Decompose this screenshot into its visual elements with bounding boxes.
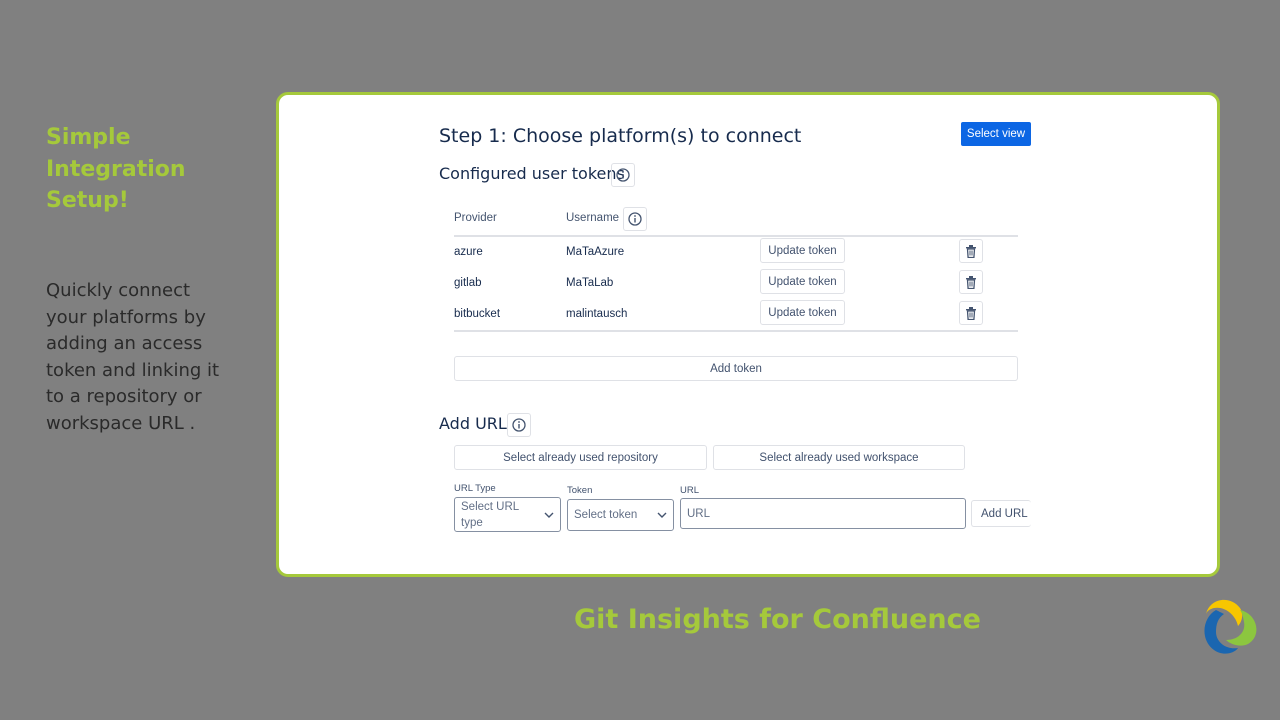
provider-cell: bitbucket [454, 308, 501, 320]
url-type-label: URL Type [454, 483, 496, 494]
token-value: Select token [574, 509, 638, 521]
header-provider: Provider [454, 212, 497, 224]
provider-cell: azure [454, 246, 483, 258]
token-select[interactable]: Select token [567, 499, 674, 531]
product-name: Git Insights for Confluence [574, 604, 981, 635]
logo-icon [1204, 599, 1257, 654]
url-label: URL [680, 485, 700, 496]
add-url-title: Add URL [439, 414, 507, 433]
username-cell: MaTaAzure [566, 246, 625, 258]
token-label: Token [567, 485, 593, 496]
divider [454, 235, 1018, 237]
update-token-button[interactable]: Update token [760, 238, 845, 263]
info-icon[interactable] [623, 207, 647, 231]
update-token-button[interactable]: Update token [760, 269, 845, 294]
username-cell: malintausch [566, 308, 628, 320]
trash-icon[interactable] [959, 301, 983, 325]
chevron-down-icon [544, 509, 554, 521]
url-placeholder: URL [687, 507, 711, 520]
select-view-button[interactable]: Select view [961, 122, 1031, 146]
page-title: Step 1: Choose platform(s) to connect [439, 125, 802, 147]
update-token-button[interactable]: Update token [760, 300, 845, 325]
select-workspace-button[interactable]: Select already used workspace [713, 445, 965, 470]
side-description: Quickly connect your platforms by adding… [46, 280, 220, 434]
trash-icon[interactable] [959, 270, 983, 294]
setup-card: Step 1: Choose platform(s) to connect Se… [276, 92, 1220, 577]
info-icon[interactable] [611, 163, 635, 187]
url-type-select[interactable]: Select URL type [454, 497, 561, 532]
info-icon[interactable] [507, 413, 531, 437]
trash-icon[interactable] [959, 239, 983, 263]
chevron-down-icon [657, 509, 667, 521]
provider-cell: gitlab [454, 277, 482, 289]
username-cell: MaTaLab [566, 277, 614, 289]
select-repository-button[interactable]: Select already used repository [454, 445, 707, 470]
add-url-button[interactable]: Add URL [971, 500, 1031, 527]
add-token-button[interactable]: Add token [454, 356, 1018, 381]
tokens-title: Configured user tokens [439, 164, 625, 183]
divider [454, 330, 1018, 332]
url-input[interactable]: URL [680, 498, 966, 529]
side-title: Simple Integration Setup! [46, 125, 186, 213]
header-username: Username [566, 212, 620, 224]
url-type-value: Select URL type [461, 500, 519, 529]
